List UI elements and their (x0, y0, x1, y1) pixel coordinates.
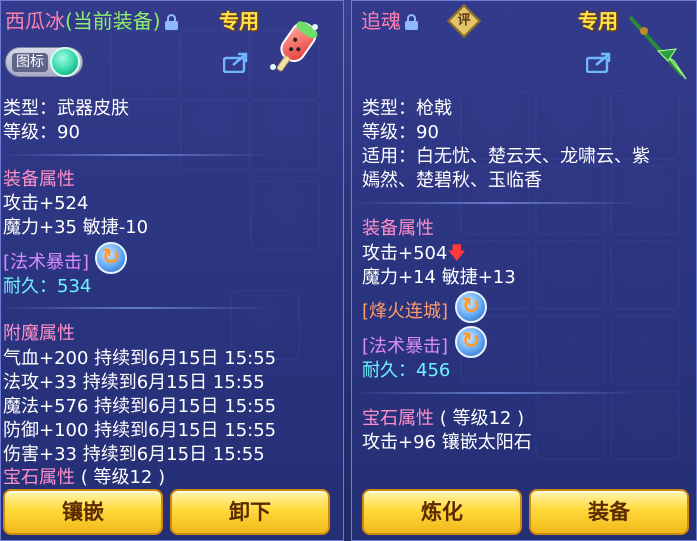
refresh-icon[interactable] (455, 326, 487, 358)
item-name: 追魂 (361, 9, 401, 33)
skill-label: [烽火连城] (362, 301, 449, 322)
item-title: 西瓜冰(当前装备) (5, 7, 178, 35)
down-arrow-icon: 🡇 (447, 243, 466, 264)
enchant-line: 防御+100 持续到6月15日 15:55 (3, 420, 277, 441)
gem-effect: 攻击+96 镶嵌太阳石 (362, 432, 532, 453)
magic-agility-stat: 魔力+14 敏捷+13 (362, 267, 516, 288)
suitable-characters-cont: 嫣然、楚碧秋、玉临香 (362, 170, 542, 191)
durability: 耐久：534 (3, 275, 91, 298)
evaluate-badge[interactable]: 评 (447, 4, 481, 38)
enchant-line: 伤害+33 持续到6月15日 15:55 (3, 444, 265, 465)
refresh-icon[interactable] (95, 242, 127, 274)
equip-attr-title: 装备属性 (3, 169, 75, 190)
divider (1, 307, 271, 309)
attack-value: 攻击+504 (362, 243, 448, 264)
gem-attr: 宝石属性 ( 等级12 ) (362, 407, 524, 430)
current-equipment-panel: 西瓜冰(当前装备) 专用 图标 类型：武器皮肤 等级：90 装备属性 攻击+52… (0, 0, 344, 541)
suitable-characters: 适用：白无忧、楚云天、龙啸云、紫 (362, 146, 650, 167)
item-level: 等级：90 (362, 122, 439, 143)
special-label: 专用 (219, 9, 259, 33)
spear-icon (624, 11, 690, 81)
enchant-line: 魔法+576 持续到6月15日 15:55 (3, 396, 277, 417)
attack-stat: 攻击+524 (3, 193, 89, 214)
popsicle-icon (263, 15, 327, 79)
gem-attr: 宝石属性 ( 等级12 ) (3, 466, 165, 489)
inlay-button[interactable]: 镶嵌 (3, 489, 163, 535)
equip-attr-title: 装备属性 (362, 218, 434, 239)
item-title: 追魂 (361, 7, 418, 35)
lock-icon[interactable] (164, 14, 178, 30)
magic-agility-stat: 魔力+35 敏捷-10 (3, 217, 149, 238)
special-label: 专用 (578, 9, 618, 33)
evaluate-badge-label: 评 (457, 13, 471, 28)
divider (352, 202, 642, 204)
toggle-knob (50, 47, 80, 77)
durability-value: 534 (57, 276, 92, 297)
gem-title: 宝石属性 (362, 408, 434, 429)
refresh-icon[interactable] (455, 291, 487, 323)
gem-title: 宝石属性 (3, 467, 75, 488)
skill-label: [法术暴击] (362, 336, 449, 357)
icon-toggle[interactable]: 图标 (5, 47, 83, 77)
lock-icon[interactable] (405, 14, 418, 30)
item-type: 类型：枪戟 (362, 98, 452, 119)
share-icon[interactable] (222, 51, 251, 74)
gem-level: ( 等级12 ) (439, 408, 525, 429)
item-level: 等级：90 (3, 122, 80, 143)
durability-label: 耐久： (3, 276, 57, 297)
compare-item-panel: 追魂 评 专用 类型：枪戟 等级：90 适用：白无忧、楚云天、龙啸云、紫 嫣然、… (351, 0, 697, 541)
durability: 耐久：456 (362, 359, 450, 382)
icon-toggle-label: 图标 (12, 53, 48, 72)
attack-stat: 攻击+504🡇 (362, 242, 466, 265)
share-icon[interactable] (585, 51, 614, 74)
durability-label: 耐久： (362, 360, 416, 381)
equipped-tag: (当前装备) (65, 9, 161, 33)
divider (1, 154, 271, 156)
equip-button[interactable]: 装备 (529, 489, 689, 535)
durability-value: 456 (416, 360, 451, 381)
item-type: 类型：武器皮肤 (3, 98, 129, 119)
divider (352, 392, 642, 394)
enchant-line: 法攻+33 持续到6月15日 15:55 (3, 372, 265, 393)
refine-button[interactable]: 炼化 (362, 489, 522, 535)
enchant-line: 气血+200 持续到6月15日 15:55 (3, 348, 277, 369)
gem-level: ( 等级12 ) (80, 467, 166, 488)
skill-label: [法术暴击] (3, 252, 90, 273)
enchant-title: 附魔属性 (3, 323, 75, 344)
item-name: 西瓜冰 (5, 9, 65, 33)
unequip-button[interactable]: 卸下 (170, 489, 330, 535)
